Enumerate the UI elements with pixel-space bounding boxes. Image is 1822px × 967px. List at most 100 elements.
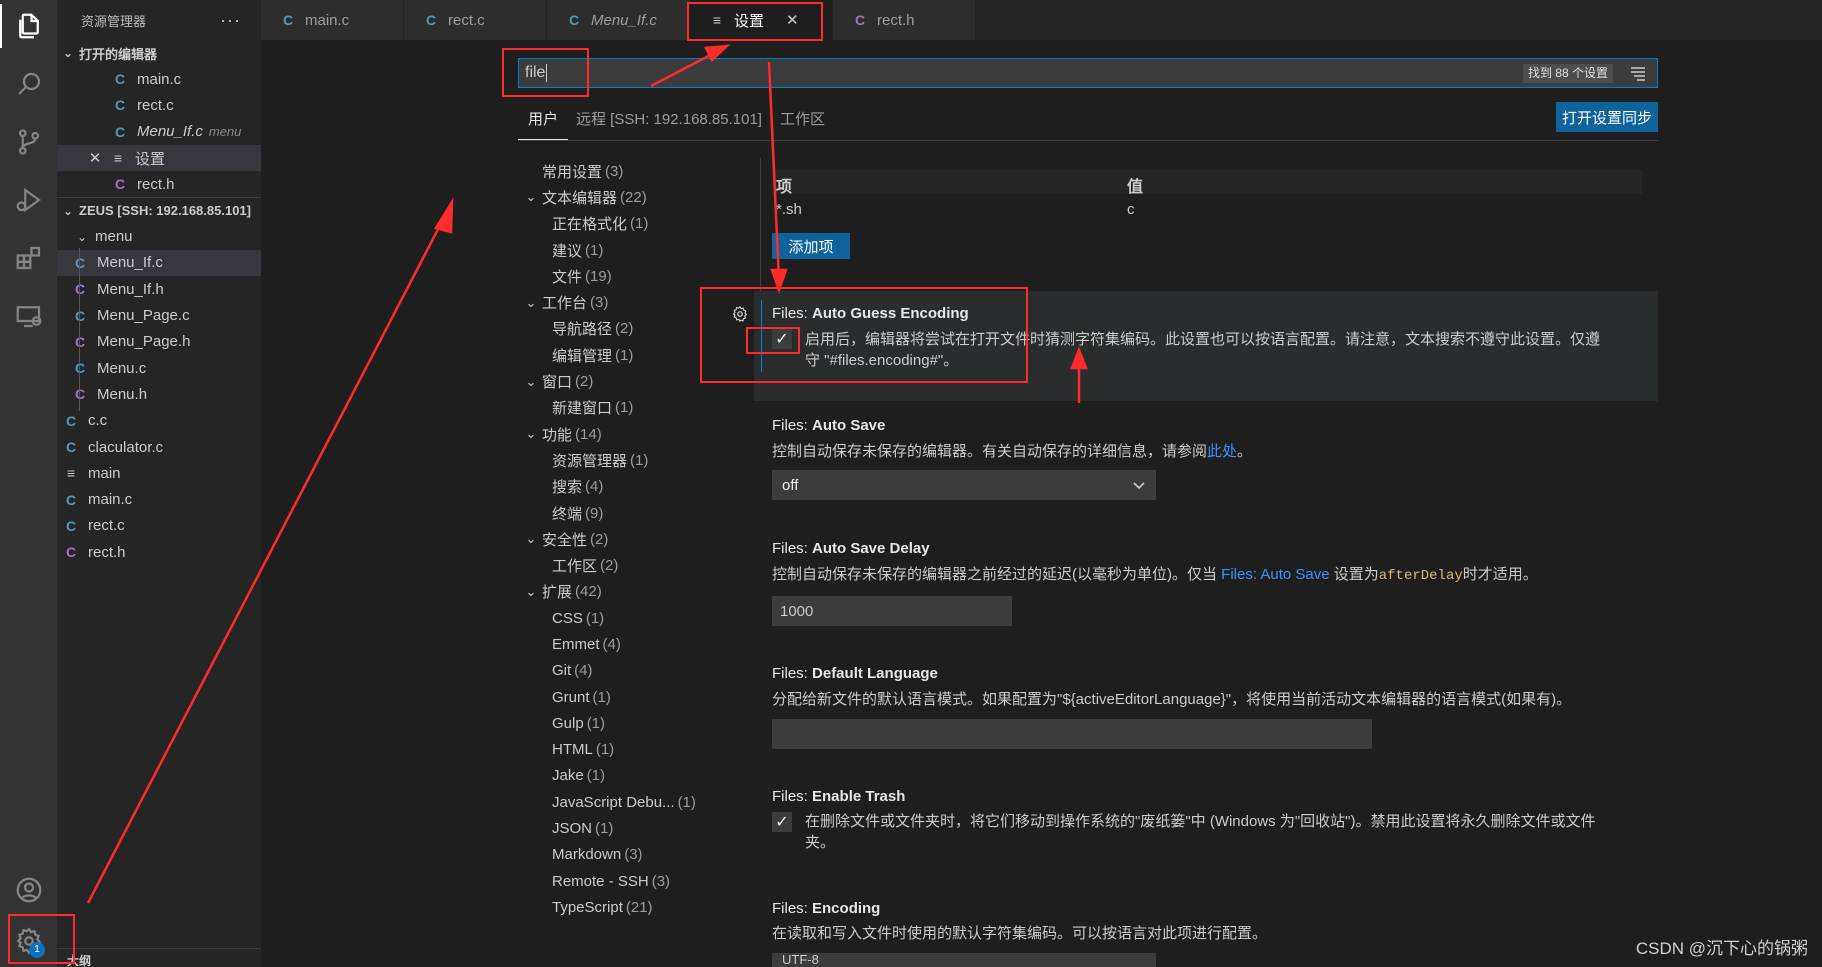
- filter-icon[interactable]: [1629, 64, 1647, 82]
- setting-desc-enable-trash: 在删除文件或文件夹时，将它们移动到操作系统的"废纸篓"中 (Windows 为"…: [805, 811, 1635, 853]
- desc-link[interactable]: 此处: [1207, 443, 1237, 460]
- toc-count: (2): [575, 373, 594, 391]
- tab-rect-h[interactable]: C rect.h: [833, 0, 976, 40]
- add-item-button[interactable]: 添加项: [772, 233, 850, 259]
- file-item[interactable]: C rect.c: [57, 513, 261, 539]
- auto-save-select[interactable]: off: [772, 470, 1156, 500]
- tab-main-c[interactable]: C main.c: [261, 0, 404, 40]
- toc-item[interactable]: Markdown (3): [520, 842, 720, 868]
- toc-item[interactable]: ⌄ 扩展 (42): [520, 579, 720, 605]
- desc-link[interactable]: Files: Auto Save: [1221, 566, 1329, 583]
- toc-label: 扩展: [542, 584, 573, 602]
- enable-trash-checkbox[interactable]: ✓: [772, 812, 792, 832]
- c-file-icon: C: [114, 97, 126, 114]
- file-item[interactable]: C Menu_If.h: [57, 276, 261, 302]
- tab-menu-if-c[interactable]: C Menu_If.c: [547, 0, 690, 40]
- select-value: UTF-8: [782, 953, 819, 967]
- extensions-icon[interactable]: [0, 232, 57, 284]
- watermark: CSDN @沉下心的锅粥: [1635, 939, 1808, 958]
- toc-count: (2): [600, 557, 619, 575]
- toc-item[interactable]: Grunt (1): [520, 684, 720, 710]
- toc-item[interactable]: Remote - SSH (3): [520, 868, 720, 894]
- toc-label: 工作台: [542, 295, 588, 313]
- toc-label: Emmet: [552, 635, 600, 653]
- open-editor-item[interactable]: C main.c: [57, 66, 261, 92]
- file-item-selected[interactable]: C Menu_If.c: [57, 249, 261, 277]
- file-item[interactable]: C Menu.c: [57, 355, 261, 381]
- close-icon[interactable]: ✕: [87, 149, 103, 167]
- auto-save-delay-input[interactable]: 1000: [772, 596, 1012, 626]
- toc-item[interactable]: ⌄ 安全性 (2): [520, 526, 720, 552]
- file-label: Menu.h: [97, 385, 148, 403]
- toc-item[interactable]: HTML (1): [520, 737, 720, 763]
- file-label: main: [88, 464, 121, 482]
- settings-search-input[interactable]: file 找到 88 个设置: [518, 58, 1658, 88]
- toc-item[interactable]: 搜索 (4): [520, 474, 720, 500]
- open-editors-header[interactable]: ⌄ 打开的编辑器: [57, 40, 261, 66]
- toc-item[interactable]: JSON (1): [520, 815, 720, 841]
- toc-label: Jake: [552, 767, 584, 785]
- toc-label: 文件: [552, 268, 583, 286]
- toc-label: Grunt: [552, 688, 590, 706]
- found-count-badge: 找到 88 个设置: [1522, 64, 1613, 83]
- toc-item[interactable]: Gulp (1): [520, 710, 720, 736]
- toc-item[interactable]: 工作区 (2): [520, 552, 720, 578]
- file-item[interactable]: C c.c: [57, 408, 261, 434]
- toc-item[interactable]: ⌄ 工作台 (3): [520, 289, 720, 315]
- tab-workspace[interactable]: 工作区: [772, 108, 835, 140]
- open-editor-item-settings[interactable]: ✕ ≡ 设置: [57, 144, 261, 172]
- file-item[interactable]: C main.c: [57, 486, 261, 512]
- default-language-input[interactable]: [772, 719, 1372, 749]
- tab-rect-c[interactable]: C rect.c: [404, 0, 547, 40]
- remote-folder-header[interactable]: ⌄ ZEUS [SSH: 192.168.85.101]: [57, 197, 261, 223]
- file-item[interactable]: C Menu_Page.h: [57, 329, 261, 355]
- assoc-table-row[interactable]: *.sh c: [772, 198, 1642, 222]
- outline-header[interactable]: 大纲: [57, 948, 261, 967]
- encoding-select[interactable]: UTF-8: [772, 953, 1156, 967]
- toc-item[interactable]: CSS (1): [520, 605, 720, 631]
- toc-item[interactable]: 编辑管理 (1): [520, 342, 720, 368]
- folder-label: menu: [95, 228, 133, 246]
- toc-item[interactable]: 新建窗口 (1): [520, 395, 720, 421]
- toc-item[interactable]: 资源管理器 (1): [520, 447, 720, 473]
- toc-item[interactable]: Jake (1): [520, 763, 720, 789]
- toc-item[interactable]: 建议 (1): [520, 237, 720, 263]
- folder-menu[interactable]: ⌄ menu: [57, 223, 261, 249]
- c-file-icon: C: [65, 491, 77, 508]
- file-item[interactable]: C Menu_Page.c: [57, 302, 261, 328]
- files-icon[interactable]: [0, 0, 57, 52]
- toc-item[interactable]: 正在格式化 (1): [520, 211, 720, 237]
- remote-explorer-icon[interactable]: [0, 290, 57, 342]
- file-item[interactable]: ≡ main: [57, 460, 261, 486]
- settings-sync-button[interactable]: 打开设置同步: [1556, 102, 1658, 132]
- source-control-icon[interactable]: [0, 116, 57, 168]
- more-actions-icon[interactable]: ···: [220, 10, 241, 31]
- toc-item[interactable]: 文件 (19): [520, 263, 720, 289]
- toc-item[interactable]: ⌄ 窗口 (2): [520, 368, 720, 394]
- toc-item[interactable]: Git (4): [520, 658, 720, 684]
- toc-item[interactable]: TypeScript (21): [520, 894, 720, 920]
- tab-user[interactable]: 用户: [518, 108, 569, 140]
- file-item[interactable]: C rect.h: [57, 539, 261, 565]
- account-icon[interactable]: [0, 864, 57, 916]
- open-editor-item[interactable]: C Menu_If.c menu: [57, 119, 261, 145]
- setting-desc-encoding: 在读取和写入文件时使用的默认字符集编码。可以按语言对此项进行配置。: [772, 925, 1268, 942]
- open-editor-item[interactable]: C rect.c: [57, 92, 261, 118]
- file-label: Menu_Page.h: [97, 333, 191, 351]
- search-icon[interactable]: [0, 58, 57, 110]
- toc-item[interactable]: ⌄ 文本编辑器 (22): [520, 184, 720, 210]
- file-item[interactable]: C Menu.h: [57, 381, 261, 407]
- toc-item[interactable]: 终端 (9): [520, 500, 720, 526]
- file-item[interactable]: C claculator.c: [57, 434, 261, 460]
- toc-item[interactable]: JavaScript Debu... (1): [520, 789, 720, 815]
- toc-label: 窗口: [542, 374, 573, 392]
- toc-item[interactable]: 常用设置 (3): [520, 158, 720, 184]
- toc-item[interactable]: 导航路径 (2): [520, 316, 720, 342]
- file-label: c.c: [88, 412, 108, 430]
- tab-remote[interactable]: 远程 [SSH: 192.168.85.101]: [568, 108, 772, 140]
- run-debug-icon[interactable]: [0, 174, 57, 226]
- toc-item[interactable]: Emmet (4): [520, 631, 720, 657]
- toc-item[interactable]: ⌄ 功能 (14): [520, 421, 720, 447]
- toc-count: (2): [590, 530, 609, 548]
- open-editor-item[interactable]: C rect.h: [57, 171, 261, 197]
